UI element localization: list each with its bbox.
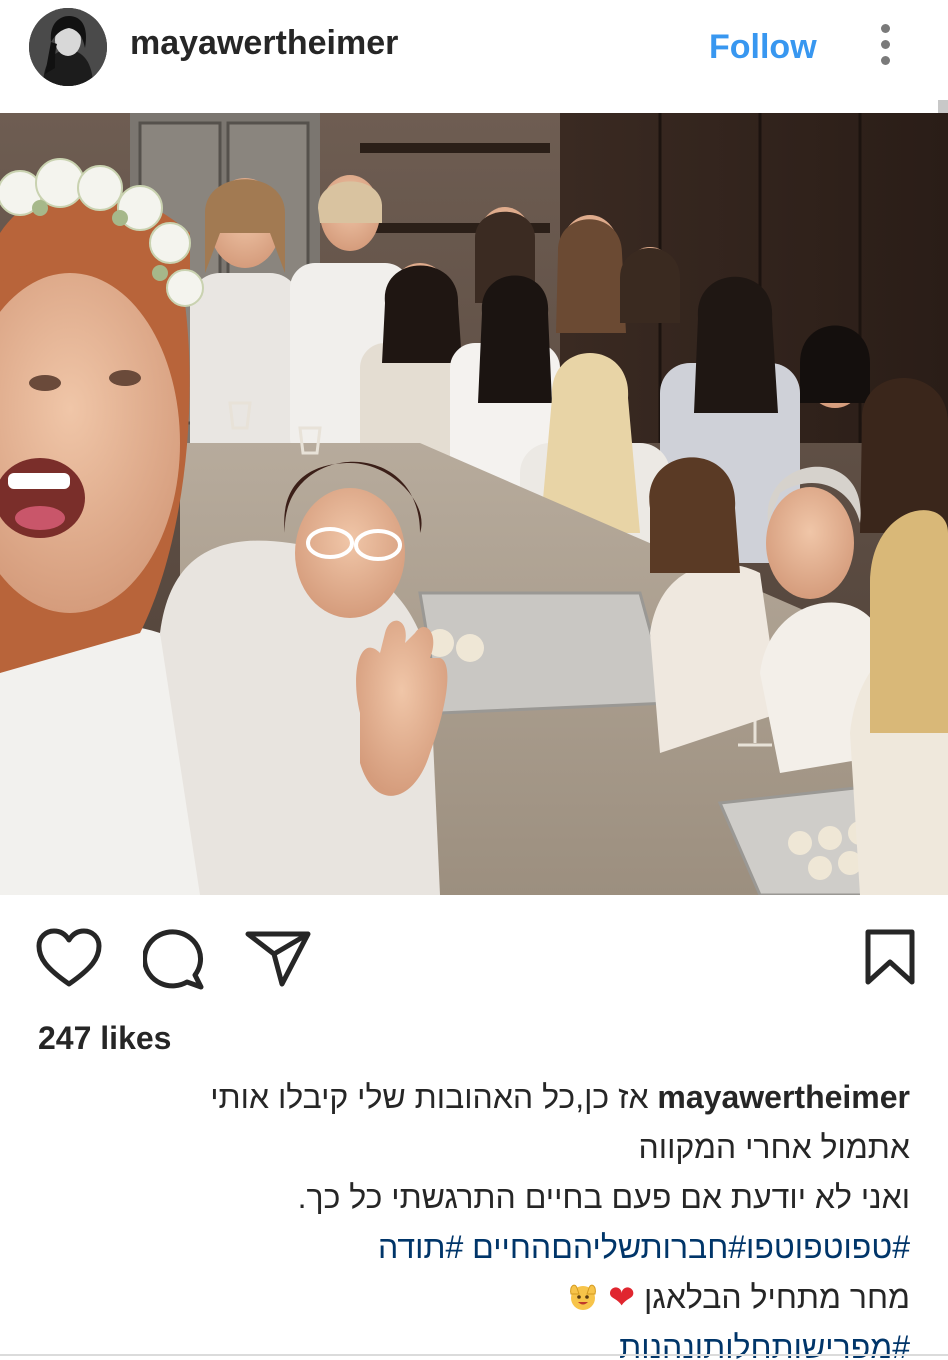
paper-plane-icon[interactable] <box>244 928 312 988</box>
caption-text: מחר מתחיל הבלאגן <box>643 1279 910 1315</box>
action-bar <box>0 895 948 1005</box>
raised-hands-emoji <box>567 1276 599 1310</box>
more-dot <box>880 56 890 65</box>
post-caption: mayawertheimer אז כן,כל האהובות שלי קיבל… <box>30 1072 910 1360</box>
hashtag-link[interactable]: #טפוטפוטפו <box>746 1229 910 1265</box>
more-vertical-icon[interactable] <box>872 24 898 70</box>
more-dot <box>880 24 890 33</box>
bookmark-outline-icon[interactable] <box>864 928 916 986</box>
caption-line: mayawertheimer אז כן,כל האהובות שלי קיבל… <box>30 1072 910 1122</box>
caption-line: אתמול אחרי המקווה <box>638 1129 910 1165</box>
header-username[interactable]: mayawertheimer <box>130 24 398 63</box>
more-dot <box>880 40 890 49</box>
caption-username[interactable]: mayawertheimer <box>657 1079 910 1115</box>
caption-hashtags: #טפוטפוטפו#חברותשליהםהחיים #תודה <box>30 1222 910 1272</box>
post-photo[interactable] <box>0 113 948 895</box>
caption-line: מחר מתחיל הבלאגן ❤ <box>30 1272 910 1322</box>
avatar[interactable] <box>29 8 107 86</box>
instagram-post: mayawertheimer Follow 247 likes mayawert… <box>0 0 948 1360</box>
heart-emoji: ❤ <box>608 1279 636 1315</box>
hashtag-link[interactable]: #תודה <box>378 1229 463 1265</box>
likes-count[interactable]: 247 likes <box>38 1020 171 1057</box>
hashtag-link[interactable]: #חברותשליהםהחיים <box>472 1229 746 1265</box>
heart-outline-icon[interactable] <box>36 928 102 988</box>
caption-text: אז כן,כל האהובות שלי קיבלו אותי <box>210 1079 649 1115</box>
follow-button[interactable]: Follow <box>709 28 817 67</box>
caption-line: ואני לא יודעת אם פעם בחיים התרגשתי כל כך… <box>297 1179 910 1215</box>
divider <box>0 1354 948 1356</box>
post-header: mayawertheimer Follow <box>0 0 948 150</box>
comment-bubble-icon[interactable] <box>143 928 207 990</box>
